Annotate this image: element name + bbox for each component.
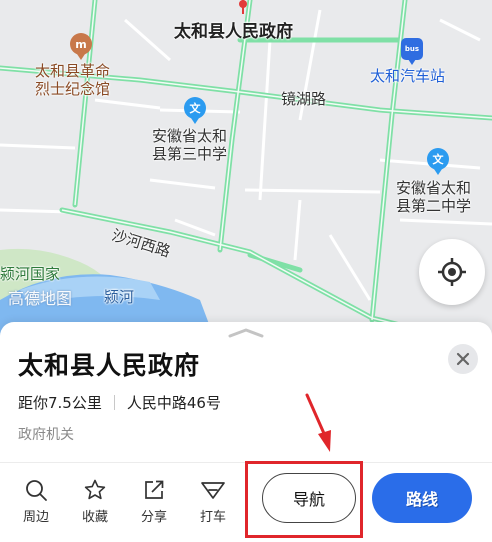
nearby-button[interactable]: 周边 — [14, 478, 58, 525]
place-detail-sheet: 太和县人民政府 距你7.5公里 人民中路46号 政府机关 周边 收藏 分享 打车… — [0, 322, 492, 542]
close-icon — [456, 352, 470, 366]
drag-handle[interactable] — [228, 328, 264, 338]
map-label-bus-station: 太和汽车站 — [370, 67, 446, 85]
annotation-highlight-box — [245, 461, 363, 538]
share-icon — [145, 480, 164, 499]
distance-text: 距你7.5公里 — [18, 394, 102, 412]
map-view[interactable]: 太和县人民政府 m 太和县革命 烈士纪念馆 bus 太和汽车站 镜湖路 文 安徽… — [0, 0, 492, 340]
favorite-button[interactable]: 收藏 — [73, 478, 117, 525]
taxi-icon — [201, 482, 225, 499]
map-watermark: 高德地图 — [8, 289, 73, 308]
map-label-school-three: 安徽省太和 县第三中学 — [152, 127, 228, 163]
place-info-line: 距你7.5公里 人民中路46号 — [18, 392, 221, 413]
bus-station-icon: bus — [401, 38, 423, 65]
taxi-button[interactable]: 打车 — [191, 478, 235, 525]
address-text: 人民中路46号 — [126, 394, 221, 412]
crosshair-icon — [438, 258, 466, 286]
memorial-icon: m — [70, 33, 92, 60]
category-text: 政府机关 — [18, 427, 74, 443]
place-title: 太和县人民政府 — [18, 351, 201, 380]
route-button[interactable]: 路线 — [372, 473, 472, 523]
school-icon: 文 — [427, 148, 449, 175]
share-button[interactable]: 分享 — [132, 478, 176, 525]
map-label-school-two: 安徽省太和 县第二中学 — [396, 179, 472, 215]
map-label-memorial: 太和县革命 烈士纪念馆 — [35, 62, 111, 98]
share-label: 分享 — [140, 510, 167, 525]
map-label-park: 颍河国家 — [0, 265, 61, 283]
map-label-road-jinghu: 镜湖路 — [281, 90, 327, 108]
taxi-label: 打车 — [199, 510, 226, 525]
star-icon — [84, 479, 106, 500]
close-button[interactable] — [448, 344, 478, 374]
school-icon: 文 — [184, 97, 206, 124]
map-label-government: 太和县人民政府 — [174, 22, 293, 42]
nearby-label: 周边 — [22, 510, 49, 525]
locate-me-button[interactable] — [419, 239, 485, 305]
map-label-river: 颍河 — [104, 288, 135, 306]
search-icon — [26, 480, 47, 501]
favorite-label: 收藏 — [81, 510, 108, 525]
info-divider — [113, 395, 115, 410]
